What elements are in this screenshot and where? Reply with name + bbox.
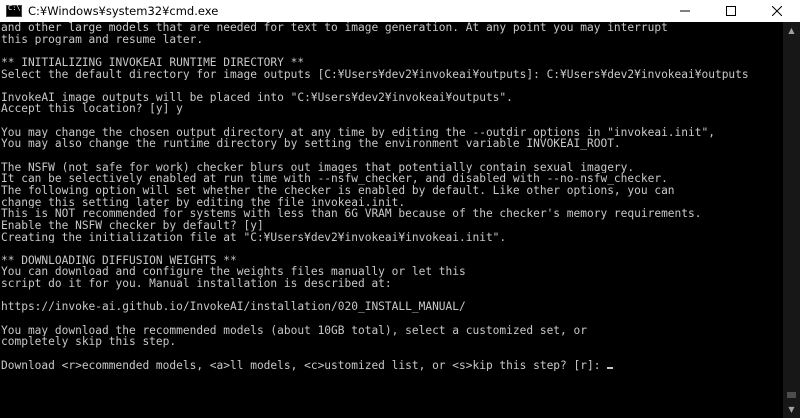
scroll-up-arrow-icon[interactable]: ▲ xyxy=(783,22,800,39)
scroll-thumb[interactable] xyxy=(787,392,796,398)
console-line: ** DOWNLOADING DIFFUSION WEIGHTS ** xyxy=(1,254,237,267)
console-line: The NSFW (not safe for work) checker blu… xyxy=(1,161,635,174)
console-line: Download <r>ecommended models, <a>ll mod… xyxy=(1,360,783,372)
console-line: This is NOT recommended for systems with… xyxy=(1,208,702,220)
console-line: Enable the NSFW checker by default? [y] xyxy=(1,219,264,232)
console-line: You can download and configure the weigh… xyxy=(1,266,466,279)
scroll-down-arrow-icon[interactable]: ▼ xyxy=(783,401,800,418)
console-line: script do it for you. Manual installatio… xyxy=(1,278,392,290)
console-line: The following option will set whether th… xyxy=(1,184,675,197)
console-line: You may also change the runtime director… xyxy=(1,138,621,151)
cmd-app-icon[interactable] xyxy=(6,4,22,17)
text-cursor xyxy=(607,366,614,369)
console-line: ** INITIALIZING INVOKEAI RUNTIME DIRECTO… xyxy=(1,56,305,69)
window-controls xyxy=(662,0,800,22)
minimize-icon xyxy=(680,10,690,12)
console-line: Select the default directory for image o… xyxy=(1,68,749,81)
console-line: You may change the chosen output directo… xyxy=(1,126,715,139)
console-line: Accept this location? [y] y xyxy=(1,103,183,116)
console-line: Creating the initialization file at "C:¥… xyxy=(1,231,507,244)
minimize-button[interactable] xyxy=(662,0,708,22)
cmd-window: C:¥Windows¥system32¥cmd.exe and other la… xyxy=(0,0,800,418)
console-line: completely skip this step. xyxy=(1,336,177,348)
close-icon xyxy=(772,6,782,16)
console-line: this program and resume later. xyxy=(1,33,204,46)
vertical-scrollbar[interactable]: ▲ ▼ xyxy=(783,22,800,418)
maximize-icon xyxy=(726,6,736,16)
close-button[interactable] xyxy=(754,0,800,22)
maximize-button[interactable] xyxy=(708,0,754,22)
console-line: and other large models that are needed f… xyxy=(1,22,668,34)
console-line: https://invoke-ai.github.io/InvokeAI/ins… xyxy=(1,301,466,314)
console-output[interactable]: and other large models that are needed f… xyxy=(0,22,783,418)
window-title: C:¥Windows¥system32¥cmd.exe xyxy=(28,4,219,18)
console-line: InvokeAI image outputs will be placed in… xyxy=(1,91,513,104)
console-line: You may download the recommended models … xyxy=(1,324,587,337)
console-line: change this setting later by editing the… xyxy=(1,196,406,209)
console-line: It can be selectively enabled at run tim… xyxy=(1,173,668,185)
title-bar[interactable]: C:¥Windows¥system32¥cmd.exe xyxy=(0,0,800,22)
